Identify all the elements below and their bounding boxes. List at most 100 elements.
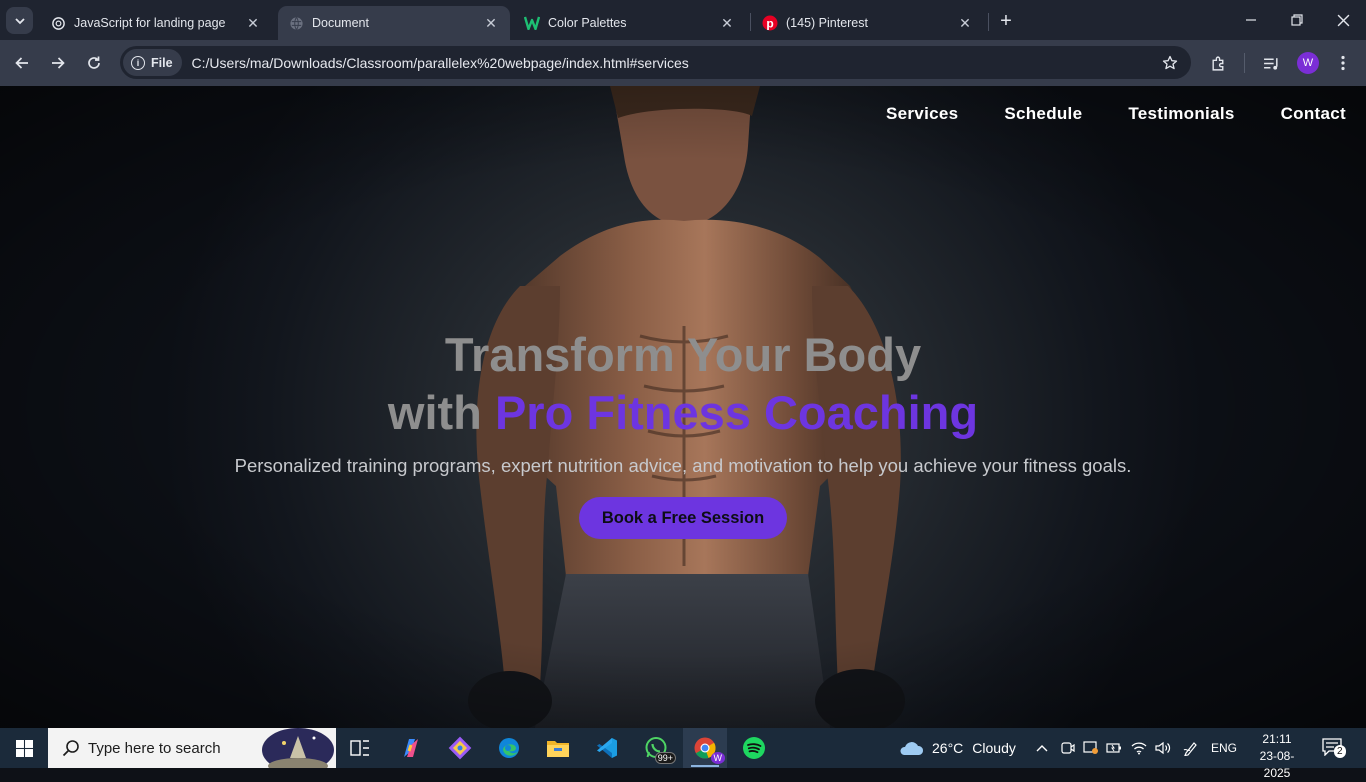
windows-taskbar: Type here to search 99+ W 26°C Cloudy EN… xyxy=(0,728,1366,780)
windows-logo-icon xyxy=(15,739,33,757)
hero-title-line2: with Pro Fitness Coaching xyxy=(0,385,1366,440)
nav-link-testimonials[interactable]: Testimonials xyxy=(1128,104,1234,124)
vscode-icon xyxy=(597,738,617,758)
tab-document[interactable]: Document ✕ xyxy=(278,6,510,40)
media-control-button[interactable] xyxy=(1257,49,1285,77)
nav-link-services[interactable]: Services xyxy=(886,104,958,124)
git-app-button[interactable] xyxy=(438,728,482,768)
search-icon xyxy=(60,737,82,759)
network-tray-button[interactable] xyxy=(1129,728,1149,768)
nav-link-schedule[interactable]: Schedule xyxy=(1004,104,1082,124)
tab-search-button[interactable] xyxy=(6,7,33,34)
close-icon[interactable]: ✕ xyxy=(244,14,262,32)
security-tray-button[interactable] xyxy=(1081,728,1101,768)
weather-temp: 26°C xyxy=(932,740,964,756)
cloud-icon xyxy=(900,742,924,755)
minimize-button[interactable] xyxy=(1228,0,1274,40)
power-tray-button[interactable] xyxy=(1104,728,1124,768)
restore-icon xyxy=(1291,14,1303,26)
globe-icon xyxy=(288,15,304,31)
tab-separator xyxy=(750,13,751,31)
tab-javascript[interactable]: JavaScript for landing page ✕ xyxy=(40,6,272,40)
hero-title-line1: Transform Your Body xyxy=(444,328,922,381)
chrome-button[interactable]: W xyxy=(683,728,727,768)
minimize-icon xyxy=(1246,19,1256,21)
whatsapp-button[interactable]: 99+ xyxy=(634,728,678,768)
site-chip-label: File xyxy=(151,55,173,70)
speaker-icon xyxy=(1155,741,1171,755)
camera-icon xyxy=(1061,742,1075,754)
arrow-left-icon xyxy=(15,57,28,69)
tab-color-palettes[interactable]: Color Palettes ✕ xyxy=(514,6,746,40)
copilot-button[interactable] xyxy=(389,728,433,768)
close-icon xyxy=(1337,14,1349,26)
info-icon: i xyxy=(131,55,145,70)
svg-text:p: p xyxy=(766,17,773,31)
hero-title-accent: Pro Fitness Coaching xyxy=(494,386,979,439)
toolbar-separator xyxy=(1244,53,1245,73)
search-highlight-image xyxy=(262,728,334,768)
chevron-down-icon xyxy=(14,17,25,24)
reload-button[interactable] xyxy=(80,49,108,77)
git-icon xyxy=(448,736,472,760)
tab-title: Color Palettes xyxy=(548,16,627,30)
close-icon[interactable]: ✕ xyxy=(956,14,974,32)
start-button[interactable] xyxy=(0,728,48,768)
openai-icon xyxy=(50,15,66,31)
whatsapp-badge: 99+ xyxy=(654,752,676,764)
spotify-button[interactable] xyxy=(732,728,776,768)
wifi-icon xyxy=(1131,742,1147,755)
search-placeholder: Type here to search xyxy=(88,739,221,757)
hero-title-prefix: with xyxy=(387,386,482,439)
weather-widget[interactable]: 26°C Cloudy xyxy=(898,728,1016,768)
close-icon[interactable]: ✕ xyxy=(482,14,500,32)
profile-avatar[interactable]: W xyxy=(1297,52,1319,74)
nav-link-contact[interactable]: Contact xyxy=(1281,104,1346,124)
tab-title: (145) Pinterest xyxy=(786,16,868,30)
show-hidden-icons-button[interactable] xyxy=(1033,728,1051,768)
new-tab-button[interactable]: + xyxy=(995,10,1017,32)
system-clock[interactable]: 21:11 23-08-2025 xyxy=(1248,731,1306,782)
close-window-button[interactable] xyxy=(1320,0,1366,40)
vscode-button[interactable] xyxy=(585,728,629,768)
spotify-icon xyxy=(743,737,765,759)
puzzle-icon xyxy=(1211,56,1223,71)
site-info-chip[interactable]: i File xyxy=(123,49,182,76)
tab-separator xyxy=(988,13,989,31)
arrow-right-icon xyxy=(52,57,65,69)
file-explorer-button[interactable] xyxy=(536,728,580,768)
notification-center-button[interactable]: 2 xyxy=(1322,736,1348,760)
shield-alert-icon xyxy=(1083,741,1098,754)
tab-title: JavaScript for landing page xyxy=(74,16,226,30)
volume-tray-button[interactable] xyxy=(1153,728,1173,768)
book-session-button[interactable]: Book a Free Session xyxy=(579,497,787,539)
main-nav: Services Schedule Testimonials Contact xyxy=(886,104,1366,124)
back-button[interactable] xyxy=(8,49,36,77)
task-view-button[interactable] xyxy=(338,728,382,768)
extensions-button[interactable] xyxy=(1204,49,1232,77)
taskbar-search[interactable]: Type here to search xyxy=(48,728,336,768)
file-explorer-icon xyxy=(547,741,569,757)
tab-pinterest[interactable]: p (145) Pinterest ✕ xyxy=(752,6,984,40)
chrome-profile-badge: W xyxy=(710,752,725,764)
copilot-icon xyxy=(404,739,418,757)
more-vertical-icon xyxy=(1341,55,1345,71)
address-bar[interactable]: i File C:/Users/ma/Downloads/Classroom/p… xyxy=(120,46,1191,79)
forward-button[interactable] xyxy=(44,49,72,77)
meet-now-button[interactable] xyxy=(1058,728,1078,768)
edge-button[interactable] xyxy=(487,728,531,768)
notification-count: 2 xyxy=(1334,745,1346,758)
bookmark-star-icon[interactable] xyxy=(1155,48,1185,78)
music-queue-icon xyxy=(1263,57,1278,70)
tab-strip: JavaScript for landing page ✕ Document ✕… xyxy=(0,0,1366,40)
reload-icon xyxy=(88,56,100,69)
edge-icon xyxy=(499,738,519,758)
restore-button[interactable] xyxy=(1274,0,1320,40)
close-icon[interactable]: ✕ xyxy=(718,14,736,32)
hero-subtitle: Personalized training programs, expert n… xyxy=(234,455,1132,476)
input-language[interactable]: ENG xyxy=(1211,728,1237,768)
url-text[interactable]: C:/Users/ma/Downloads/Classroom/parallel… xyxy=(192,55,1155,71)
menu-button[interactable] xyxy=(1329,49,1357,77)
tab-title: Document xyxy=(312,16,369,30)
pen-tray-button[interactable] xyxy=(1180,728,1202,768)
